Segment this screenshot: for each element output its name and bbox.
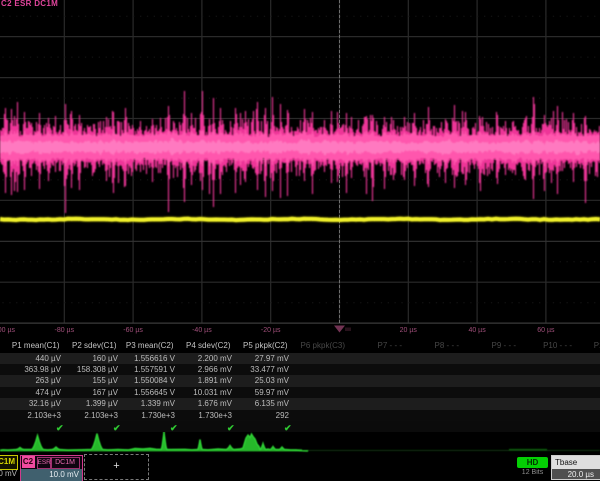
svg-text:60 µs: 60 µs [537, 327, 555, 334]
svg-text:-40 µs: -40 µs [192, 327, 212, 334]
svg-text:-20 µs: -20 µs [261, 327, 281, 334]
svg-text:-100 µs: -100 µs [0, 327, 15, 334]
svg-text:-60 µs: -60 µs [123, 327, 143, 334]
svg-text:40 µs: 40 µs [468, 327, 486, 334]
svg-text:20 µs: 20 µs [400, 327, 418, 334]
svg-text:C2 ESR DC1M: C2 ESR DC1M [1, 0, 58, 8]
svg-text:-80 µs: -80 µs [54, 327, 74, 334]
